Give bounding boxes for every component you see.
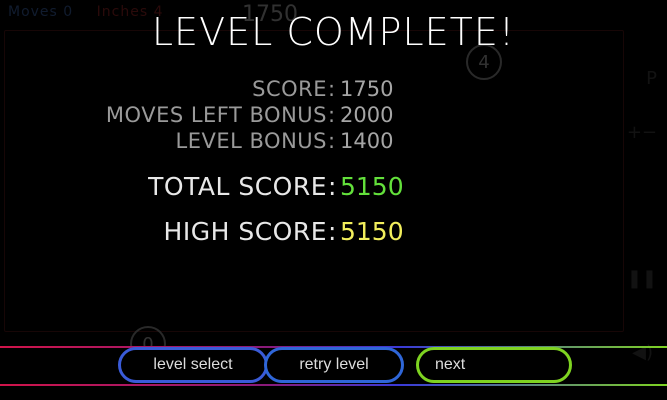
high-score-label: HIGH SCORE — [163, 217, 327, 246]
colon: : — [328, 103, 336, 127]
total-score-row: TOTAL SCORE : 5150 — [0, 172, 667, 202]
level-bonus-value: 1400 — [340, 129, 394, 153]
level-bonus-row: LEVEL BONUS : 1400 — [0, 129, 667, 159]
moves-bonus-label: MOVES LEFT BONUS — [105, 103, 327, 127]
total-score-label: TOTAL SCORE — [148, 172, 327, 201]
next-button[interactable]: next — [416, 347, 572, 383]
level-select-button[interactable]: level select — [118, 347, 268, 383]
score-label: SCORE — [252, 77, 327, 101]
pause-icon[interactable]: ❚❚ — [627, 268, 657, 289]
colon: : — [328, 77, 336, 101]
level-bonus-label: LEVEL BONUS — [175, 129, 327, 153]
colon: : — [328, 217, 337, 246]
neon-stripe-bottom — [0, 384, 667, 386]
colon: : — [328, 129, 336, 153]
retry-level-button[interactable]: retry level — [264, 347, 404, 383]
score-value: 1750 — [340, 77, 394, 101]
colon: : — [328, 172, 337, 201]
high-score-row: HIGH SCORE : 5150 — [0, 217, 667, 247]
moves-bonus-value: 2000 — [340, 103, 394, 127]
level-complete-title: LEVEL COMPLETE! — [151, 10, 516, 54]
total-score-value: 5150 — [340, 172, 404, 201]
high-score-value: 5150 — [340, 217, 404, 246]
